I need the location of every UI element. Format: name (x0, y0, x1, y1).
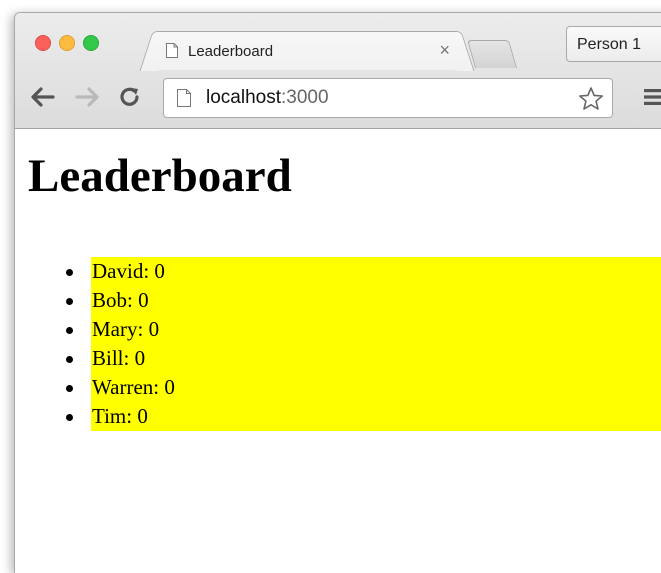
list-item[interactable]: Bob: 0 (66, 286, 661, 315)
list-item[interactable]: David: 0 (66, 257, 661, 286)
profile-button[interactable]: Person 1 (566, 26, 661, 62)
player-label: Warren: 0 (92, 375, 175, 399)
list-item[interactable]: Bill: 0 (66, 344, 661, 373)
player-label: Bob: 0 (92, 288, 149, 312)
tab-title: Leaderboard (188, 43, 274, 60)
url-host: localhost (206, 87, 281, 108)
minimize-window-icon[interactable] (59, 35, 75, 51)
player-label: Bill: 0 (92, 346, 146, 370)
browser-toolbar: Leaderboard × Person 1 localhost:3000 (15, 13, 661, 129)
address-bar[interactable]: localhost:3000 (163, 78, 613, 118)
close-window-icon[interactable] (35, 35, 51, 51)
player-label: David: 0 (92, 259, 165, 283)
bullet-icon (66, 385, 73, 392)
reload-icon[interactable] (119, 86, 141, 108)
bullet-icon (66, 414, 73, 421)
list-item[interactable]: Warren: 0 (66, 373, 661, 402)
page-icon (166, 43, 178, 58)
url-port: :3000 (281, 87, 329, 108)
bullet-icon (66, 356, 73, 363)
zoom-window-icon[interactable] (83, 35, 99, 51)
bullet-icon (66, 298, 73, 305)
page-title: Leaderboard (28, 150, 292, 202)
tab-leaderboard[interactable]: Leaderboard × (155, 31, 459, 70)
back-arrow-icon[interactable] (29, 87, 55, 107)
list-item[interactable]: Tim: 0 (66, 402, 661, 431)
forward-arrow-icon[interactable] (75, 87, 101, 107)
leaderboard-list: David: 0 Bob: 0 Mary: 0 Bill: 0 Warren: … (66, 257, 661, 431)
bullet-icon (66, 327, 73, 334)
player-label: Tim: 0 (92, 404, 148, 428)
browser-window: Leaderboard × Person 1 localhost:3000 Le… (14, 12, 661, 573)
page-icon (177, 89, 191, 107)
player-label: Mary: 0 (92, 317, 160, 341)
bullet-icon (66, 269, 73, 276)
tab-close-icon[interactable]: × (439, 40, 450, 60)
menu-icon[interactable] (643, 87, 661, 107)
page-content: Leaderboard David: 0 Bob: 0 Mary: 0 Bill… (15, 129, 661, 573)
star-icon[interactable] (578, 86, 604, 112)
url-text[interactable]: localhost:3000 (206, 87, 329, 109)
new-tab-button[interactable] (466, 40, 518, 68)
list-item[interactable]: Mary: 0 (66, 315, 661, 344)
